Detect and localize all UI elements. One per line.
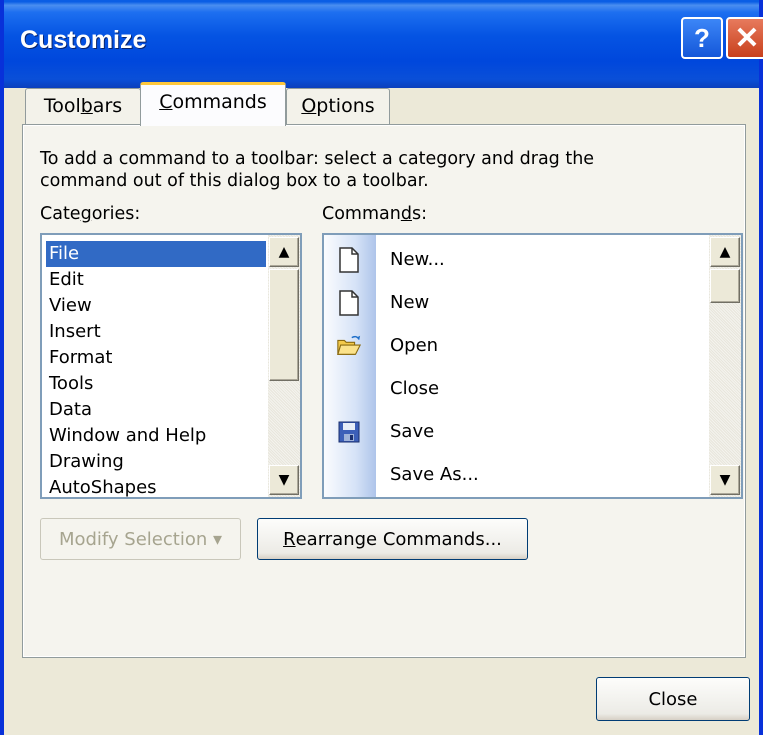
categories-label: Categories:: [40, 204, 140, 224]
down-arrow-icon: ▼: [278, 472, 290, 488]
category-item-tools[interactable]: Tools: [46, 371, 266, 397]
tab-accel-key: b: [80, 95, 93, 117]
category-item-file[interactable]: File: [46, 241, 266, 267]
command-label: Save: [390, 421, 435, 442]
label-text: Cate: [40, 204, 81, 224]
category-item-autoshapes[interactable]: AutoShapes: [46, 475, 266, 501]
label-text: Comman: [322, 204, 401, 224]
command-item-open[interactable]: Open: [324, 325, 704, 368]
tab-toolbars[interactable]: Toolbars: [25, 88, 141, 124]
tab-accel-key: O: [301, 95, 317, 117]
label-accel-key: d: [400, 204, 412, 224]
window-title: Customize: [20, 26, 147, 54]
close-button[interactable]: Close: [596, 677, 750, 721]
up-arrow-icon: ▲: [719, 244, 731, 260]
close-icon: ✕: [734, 21, 760, 55]
category-item-view[interactable]: View: [46, 293, 266, 319]
dropdown-arrow-icon: ▾: [213, 528, 223, 550]
tab-commands[interactable]: Commands: [140, 82, 286, 126]
button-label: earrange Commands...: [295, 528, 502, 550]
tab-label: ommands: [172, 91, 267, 113]
command-label: Open: [390, 335, 439, 356]
new-document-icon: [336, 247, 362, 273]
title-bar[interactable]: Customize ? ✕: [4, 0, 763, 88]
tab-options[interactable]: Options: [286, 88, 390, 124]
scroll-thumb[interactable]: [710, 269, 740, 303]
new-document-icon: [336, 290, 362, 316]
button-accel-key: R: [283, 528, 296, 550]
category-item-format[interactable]: Format: [46, 345, 266, 371]
commands-label: Commands:: [322, 204, 427, 224]
label-text: s:: [411, 204, 427, 224]
commands-listbox[interactable]: New... New Open Close Save Save As... ▲ …: [322, 233, 743, 499]
scroll-up-button[interactable]: ▲: [710, 237, 740, 267]
command-item-save-as[interactable]: Save As...: [324, 454, 704, 497]
tab-accel-key: C: [159, 91, 173, 113]
command-item-new-dialog[interactable]: New...: [324, 239, 704, 282]
scroll-down-button[interactable]: ▼: [710, 465, 740, 495]
tab-label: ptions: [316, 95, 375, 117]
command-label: Close: [390, 378, 440, 399]
instructions-text: To add a command to a toolbar: select a …: [40, 149, 595, 191]
category-item-window-and-help[interactable]: Window and Help: [46, 423, 266, 449]
help-icon: ?: [694, 22, 710, 53]
label-accel-key: g: [80, 204, 92, 224]
category-item-insert[interactable]: Insert: [46, 319, 266, 345]
scroll-down-button[interactable]: ▼: [269, 465, 299, 495]
up-arrow-icon: ▲: [278, 244, 290, 260]
label-text: ories:: [91, 204, 141, 224]
scroll-up-button[interactable]: ▲: [269, 237, 299, 267]
command-item-close[interactable]: Close: [324, 368, 704, 411]
rearrange-commands-button[interactable]: Rearrange Commands...: [257, 518, 528, 560]
open-folder-icon: [336, 333, 362, 359]
modify-selection-button[interactable]: Modify Selection ▾: [40, 518, 241, 560]
categories-scrollbar[interactable]: ▲ ▼: [268, 235, 300, 497]
category-item-data[interactable]: Data: [46, 397, 266, 423]
tab-label: Tool: [43, 95, 81, 117]
tab-label: ars: [92, 95, 123, 117]
down-arrow-icon: ▼: [719, 472, 731, 488]
categories-listbox[interactable]: File Edit View Insert Format Tools Data …: [40, 233, 302, 499]
help-button[interactable]: ?: [681, 17, 723, 59]
commands-scrollbar[interactable]: ▲ ▼: [709, 235, 741, 497]
command-label: Save As...: [390, 464, 479, 485]
command-item-new[interactable]: New: [324, 282, 704, 325]
close-window-button[interactable]: ✕: [726, 17, 763, 59]
category-item-drawing[interactable]: Drawing: [46, 449, 266, 475]
command-item-save[interactable]: Save: [324, 411, 704, 454]
save-disk-icon: [336, 419, 362, 445]
button-label: Modify Selection: [58, 528, 208, 550]
category-item-edit[interactable]: Edit: [46, 267, 266, 293]
command-label: New: [390, 292, 430, 313]
command-label: New...: [390, 249, 445, 270]
scroll-thumb[interactable]: [269, 269, 299, 381]
